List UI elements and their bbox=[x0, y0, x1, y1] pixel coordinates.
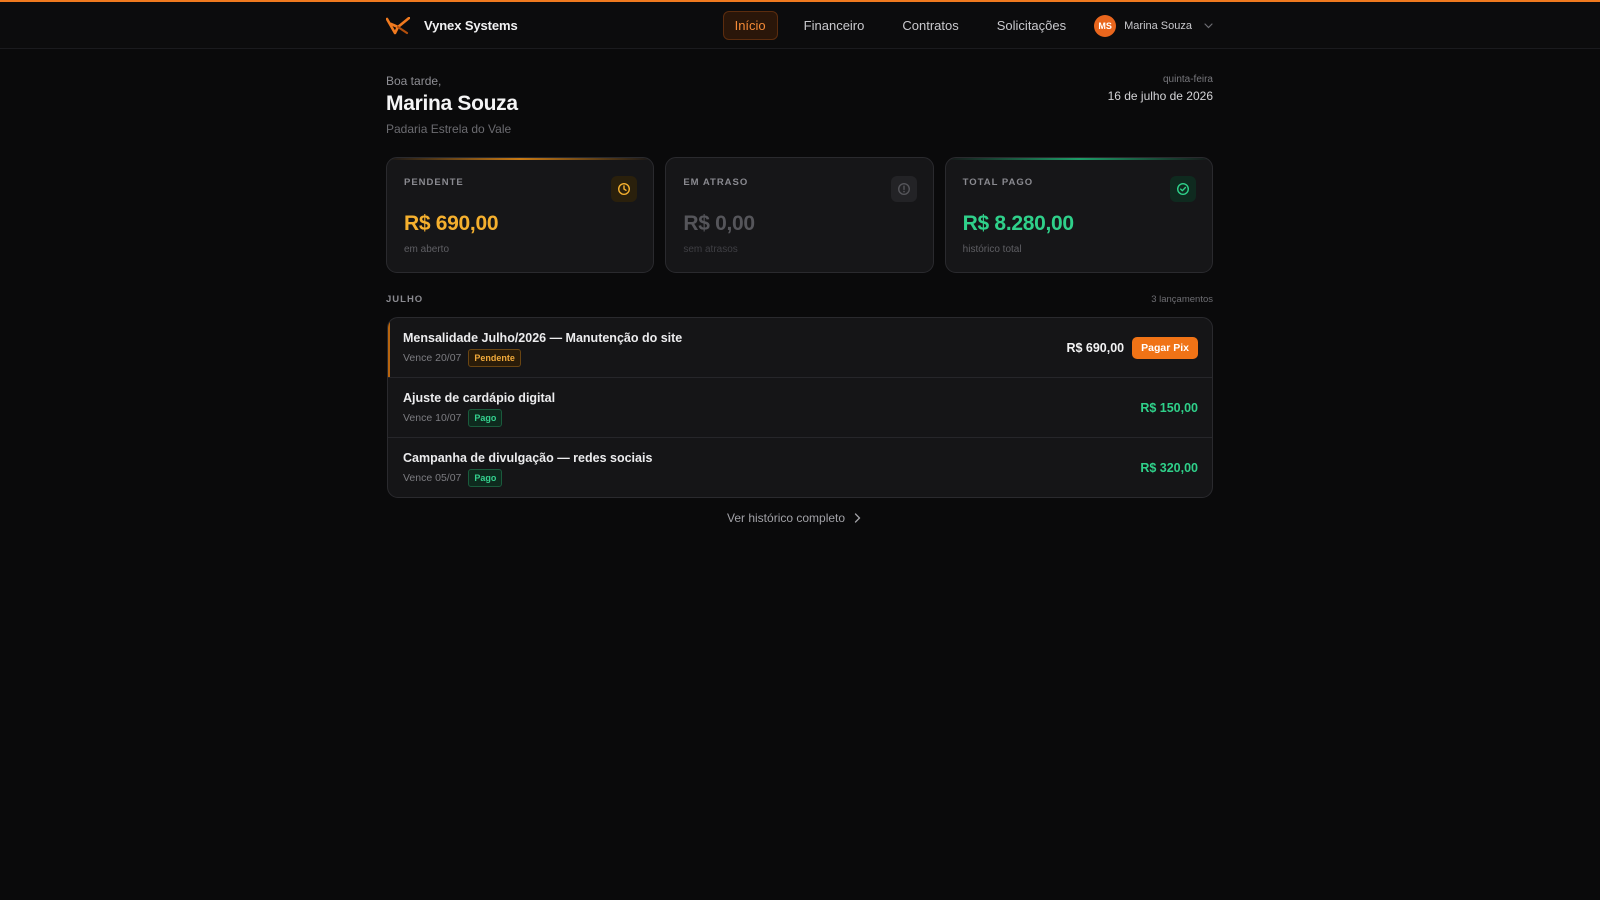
invoice-due-date: Vence 05/07 bbox=[403, 472, 462, 484]
view-history-link[interactable]: Ver histórico completo bbox=[727, 511, 861, 525]
invoice-row[interactable]: Campanha de divulgação — redes sociais V… bbox=[388, 438, 1212, 497]
main-nav: Início Financeiro Contratos Solicitações… bbox=[722, 11, 1213, 40]
summary-cards: PENDENTE R$ 690,00 em aberto EM ATRASO R… bbox=[386, 157, 1213, 273]
invoice-title: Campanha de divulgação — redes sociais bbox=[403, 451, 653, 465]
nav-item-inicio[interactable]: Início bbox=[722, 11, 778, 40]
nav-item-financeiro[interactable]: Financeiro bbox=[792, 11, 877, 40]
vynex-logo-icon bbox=[386, 16, 410, 34]
brand-name: Vynex Systems bbox=[424, 18, 518, 33]
chevron-right-icon bbox=[854, 513, 861, 523]
card-label: EM ATRASO bbox=[683, 177, 749, 188]
card-subtitle: histórico total bbox=[962, 244, 1022, 255]
invoice-amount: R$ 150,00 bbox=[1140, 401, 1198, 415]
invoice-row[interactable]: Mensalidade Julho/2026 — Manutenção do s… bbox=[388, 318, 1212, 378]
page-title: Marina Souza bbox=[386, 92, 518, 115]
entries-count: 3 lançamentos bbox=[1151, 294, 1213, 305]
top-header: Vynex Systems Início Financeiro Contrato… bbox=[0, 2, 1600, 49]
greeting-salutation: Boa tarde, bbox=[386, 74, 442, 88]
card-subtitle: em aberto bbox=[404, 244, 450, 255]
card-pendente: PENDENTE R$ 690,00 em aberto bbox=[386, 157, 655, 273]
alert-circle-icon bbox=[890, 176, 917, 202]
card-accent-line bbox=[387, 158, 654, 160]
current-date: 16 de julho de 2026 bbox=[1107, 89, 1213, 103]
company-name: Padaria Estrela do Vale bbox=[386, 122, 512, 136]
nav-item-contratos[interactable]: Contratos bbox=[890, 11, 970, 40]
invoice-row[interactable]: Ajuste de cardápio digital Vence 10/07 P… bbox=[388, 378, 1212, 438]
chevron-down-icon bbox=[1204, 22, 1213, 28]
invoice-meta: Vence 20/07 Pendente bbox=[403, 349, 521, 367]
nav-item-solicitacoes[interactable]: Solicitações bbox=[985, 11, 1078, 40]
invoice-due-date: Vence 20/07 bbox=[403, 352, 462, 364]
invoice-title: Ajuste de cardápio digital bbox=[403, 391, 556, 405]
user-menu[interactable]: MS Marina Souza bbox=[1094, 14, 1213, 37]
invoice-due-date: Vence 10/07 bbox=[403, 412, 462, 424]
card-accent-line bbox=[945, 158, 1212, 160]
avatar: MS bbox=[1094, 14, 1117, 37]
card-value: R$ 690,00 bbox=[404, 212, 499, 235]
view-history-label: Ver histórico completo bbox=[727, 511, 846, 525]
card-subtitle: sem atrasos bbox=[683, 244, 738, 255]
status-badge: Pago bbox=[468, 409, 503, 427]
invoice-meta: Vence 10/07 Pago bbox=[403, 409, 503, 427]
card-label: TOTAL PAGO bbox=[962, 177, 1034, 188]
invoice-meta: Vence 05/07 Pago bbox=[403, 469, 503, 487]
pay-pix-button[interactable]: Pagar Pix bbox=[1132, 337, 1198, 359]
card-em-atraso: EM ATRASO R$ 0,00 sem atrasos bbox=[665, 157, 934, 273]
status-badge: Pendente bbox=[468, 349, 521, 367]
clock-icon bbox=[611, 176, 638, 202]
check-circle-icon bbox=[1169, 176, 1196, 202]
invoice-list: Mensalidade Julho/2026 — Manutenção do s… bbox=[387, 317, 1213, 498]
invoice-amount: R$ 320,00 bbox=[1140, 461, 1198, 475]
month-heading: JULHO bbox=[386, 294, 424, 305]
card-value: R$ 8.280,00 bbox=[962, 212, 1074, 235]
invoice-title: Mensalidade Julho/2026 — Manutenção do s… bbox=[403, 331, 683, 345]
brand-logo[interactable]: Vynex Systems bbox=[386, 16, 518, 35]
card-value: R$ 0,00 bbox=[683, 212, 755, 235]
weekday-label: quinta-feira bbox=[1162, 74, 1213, 85]
status-badge: Pago bbox=[468, 469, 503, 487]
card-label: PENDENTE bbox=[404, 177, 464, 188]
user-name: Marina Souza bbox=[1124, 19, 1192, 32]
invoice-amount: R$ 690,00 bbox=[1066, 341, 1125, 355]
card-total-pago: TOTAL PAGO R$ 8.280,00 histórico total bbox=[944, 157, 1213, 273]
